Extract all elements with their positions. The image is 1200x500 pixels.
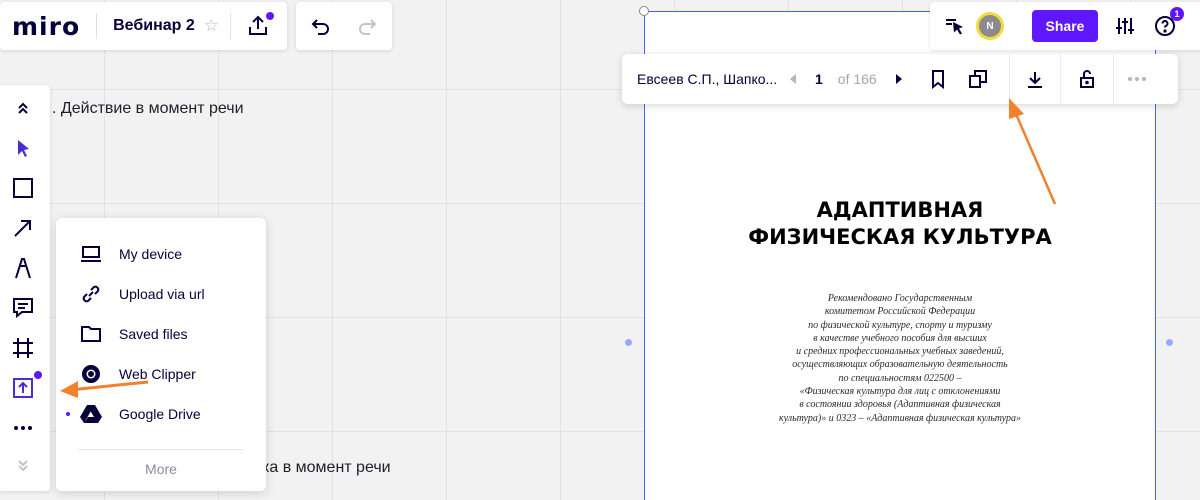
annotation-arrow (60, 380, 149, 398)
annotation-arrows (60, 98, 1057, 398)
annotation-arrow (1009, 98, 1057, 205)
